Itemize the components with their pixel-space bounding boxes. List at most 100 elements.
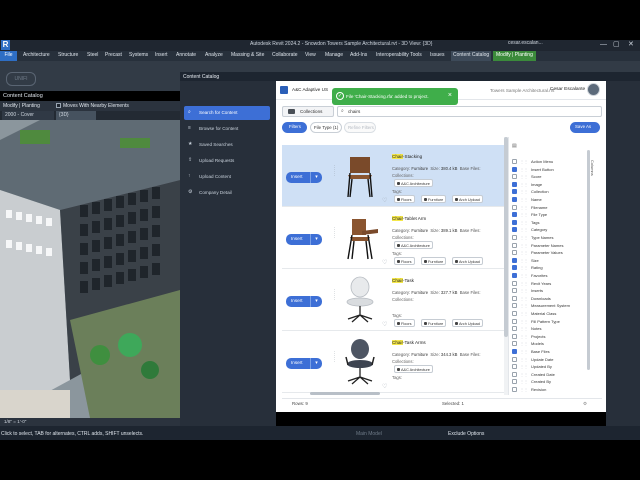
drag-handle-icon[interactable]: ⋮⋮ bbox=[520, 197, 528, 202]
column-checkbox[interactable] bbox=[512, 333, 517, 339]
drag-handle-icon[interactable]: ⋮⋮ bbox=[520, 349, 528, 354]
drag-handle-icon[interactable]: ⋮⋮ bbox=[520, 182, 528, 187]
chevron-down-icon[interactable]: ▾ bbox=[310, 172, 322, 183]
drag-handle-icon[interactable]: ⋮⋮ bbox=[520, 387, 528, 392]
horizontal-scroll-thumb[interactable] bbox=[310, 392, 380, 395]
tab-issues[interactable]: Issues bbox=[430, 53, 444, 58]
chevron-down-icon[interactable]: ▾ bbox=[310, 358, 322, 369]
drag-handle-icon[interactable]: ⋮⋮ bbox=[520, 303, 528, 308]
settings-icon[interactable]: ⚙ bbox=[583, 401, 587, 406]
avatar[interactable] bbox=[587, 83, 600, 96]
nav-upload-content[interactable]: ↑ Upload Content bbox=[184, 170, 270, 184]
drag-handle-icon[interactable]: ⋮⋮ bbox=[332, 289, 337, 301]
drag-handle-icon[interactable]: ⋮⋮ bbox=[332, 351, 337, 363]
result-card[interactable]: Insert ▾ ⋮ ⋮ ♡ Chair-Tablet Arm Category: … bbox=[282, 207, 504, 269]
column-checkbox[interactable] bbox=[512, 311, 517, 316]
tab-architecture[interactable]: Architecture bbox=[23, 53, 50, 58]
drag-handle-icon[interactable]: ⋮⋮ bbox=[520, 281, 528, 286]
drag-handle-icon[interactable]: ⋮⋮ bbox=[520, 174, 528, 179]
drag-handle-icon[interactable]: ⋮⋮ bbox=[520, 288, 528, 293]
insert-button[interactable]: Insert ▾ bbox=[286, 234, 322, 245]
drag-handle-icon[interactable]: ⋮⋮ bbox=[520, 311, 528, 316]
drag-handle-icon[interactable]: ⋮⋮ bbox=[520, 341, 528, 346]
minimize-button[interactable]: — bbox=[600, 41, 607, 48]
tag-chip[interactable]: Furniture bbox=[421, 257, 447, 265]
drag-handle-icon[interactable]: ⋮⋮ bbox=[520, 159, 528, 164]
drag-handle-icon[interactable]: ⋮⋮ bbox=[520, 319, 528, 324]
column-checkbox[interactable] bbox=[512, 242, 517, 248]
drag-handle-icon[interactable]: ⋮⋮ bbox=[520, 265, 528, 270]
favorite-icon[interactable]: ♡ bbox=[382, 321, 387, 328]
view-tab-cover[interactable]: 2000 - Cover bbox=[2, 111, 54, 120]
drag-handle-icon[interactable]: ⋮⋮ bbox=[520, 167, 528, 172]
tab-collaborate[interactable]: Collaborate bbox=[272, 53, 298, 58]
column-checkbox[interactable] bbox=[512, 197, 517, 202]
drag-handle-icon[interactable]: ⋮⋮ bbox=[520, 273, 528, 278]
save-as-button[interactable]: Save As bbox=[570, 122, 600, 133]
column-checkbox[interactable] bbox=[512, 364, 517, 370]
result-card[interactable]: Insert ▾ ⋮ ⋮ ♡ Chair-Task Arms Category: F… bbox=[282, 331, 504, 393]
tag-chip[interactable]: Arch Upload bbox=[452, 195, 483, 203]
tab-analyze[interactable]: Analyze bbox=[205, 53, 223, 58]
drag-handle-icon[interactable]: ⋮⋮ bbox=[520, 364, 528, 369]
nav-saved-searches[interactable]: ★ Saved Searches bbox=[184, 138, 270, 152]
drag-handle-icon[interactable]: ⋮⋮ bbox=[332, 227, 337, 239]
main-model-select[interactable]: Main Model bbox=[356, 432, 382, 437]
refine-filters-button[interactable]: Refine Filters bbox=[344, 122, 376, 133]
tab-annotate[interactable]: Annotate bbox=[176, 53, 196, 58]
drag-handle-icon[interactable]: ⋮⋮ bbox=[520, 243, 528, 248]
column-checkbox[interactable] bbox=[512, 219, 517, 225]
column-checkbox[interactable] bbox=[512, 159, 517, 164]
column-checkbox[interactable] bbox=[512, 204, 517, 210]
columns-menu-icon[interactable]: ▤ bbox=[512, 144, 517, 149]
drag-handle-icon[interactable]: ⋮⋮ bbox=[520, 379, 528, 384]
insert-button[interactable]: Insert ▾ bbox=[286, 358, 322, 369]
drag-handle-icon[interactable]: ⋮⋮ bbox=[520, 326, 528, 331]
tab-systems[interactable]: Systems bbox=[129, 53, 148, 58]
tab-precast[interactable]: Precast bbox=[105, 53, 122, 58]
column-checkbox[interactable] bbox=[512, 349, 517, 354]
column-checkbox[interactable] bbox=[512, 189, 517, 195]
column-checkbox[interactable] bbox=[512, 280, 517, 286]
favorite-icon[interactable]: ♡ bbox=[382, 383, 387, 390]
view-scale[interactable]: 1/8" = 1'-0" bbox=[4, 419, 26, 425]
toast-close-icon[interactable]: × bbox=[448, 92, 452, 99]
insert-button[interactable]: Insert ▾ bbox=[286, 172, 322, 183]
drag-handle-icon[interactable]: ⋮⋮ bbox=[520, 189, 528, 194]
drag-handle-icon[interactable]: ⋮⋮ bbox=[520, 227, 528, 232]
column-checkbox[interactable] bbox=[512, 303, 517, 309]
tab-massing-site[interactable]: Massing & Site bbox=[231, 53, 264, 58]
column-checkbox[interactable] bbox=[512, 174, 517, 180]
column-checkbox[interactable] bbox=[512, 250, 517, 256]
tab-view[interactable]: View bbox=[305, 53, 316, 58]
column-checkbox[interactable] bbox=[512, 387, 517, 392]
drag-handle-icon[interactable]: ⋮⋮ bbox=[520, 235, 528, 240]
drag-handle-icon[interactable]: ⋮⋮ bbox=[520, 357, 528, 362]
tab-structure[interactable]: Structure bbox=[58, 53, 78, 58]
column-checkbox[interactable] bbox=[512, 235, 517, 240]
chevron-down-icon[interactable]: ▾ bbox=[310, 296, 322, 307]
close-button[interactable]: ✕ bbox=[628, 41, 634, 48]
drag-handle-icon[interactable]: ⋮⋮ bbox=[520, 296, 528, 301]
tag-chip[interactable]: Arch Upload bbox=[452, 257, 483, 265]
nav-search-content[interactable]: ⌕ Search for Content bbox=[184, 106, 270, 120]
result-card[interactable]: Insert ▾ ⋮ ⋮ ♡ Chair-Task Category: Furnit… bbox=[282, 269, 504, 331]
result-card[interactable]: Insert ▾ ⋮ ⋮ ♡ Chair-Stacking Category: Fu… bbox=[282, 145, 504, 207]
drag-handle-icon[interactable]: ⋮⋮ bbox=[520, 250, 528, 255]
column-checkbox[interactable] bbox=[512, 273, 517, 278]
column-checkbox[interactable] bbox=[512, 265, 517, 271]
unifi-logo[interactable]: UNIFI bbox=[6, 72, 36, 86]
tab-interoperability[interactable]: Interoperability Tools bbox=[376, 53, 422, 58]
tag-chip[interactable]: Furniture bbox=[421, 319, 447, 327]
drag-handle-icon[interactable]: ⋮⋮ bbox=[332, 165, 337, 177]
tab-steel[interactable]: Steel bbox=[87, 53, 98, 58]
columns-tab[interactable]: Columns bbox=[590, 160, 595, 176]
file-type-filter[interactable]: File Type (1) bbox=[310, 122, 342, 133]
tab-insert[interactable]: Insert bbox=[155, 53, 168, 58]
collection-chip[interactable]: A&C Architecture bbox=[394, 365, 433, 373]
favorite-icon[interactable]: ♡ bbox=[382, 259, 387, 266]
favorite-icon[interactable]: ♡ bbox=[382, 197, 387, 204]
column-checkbox[interactable] bbox=[512, 212, 517, 218]
column-checkbox[interactable] bbox=[512, 181, 517, 187]
3d-viewport[interactable] bbox=[0, 120, 180, 418]
